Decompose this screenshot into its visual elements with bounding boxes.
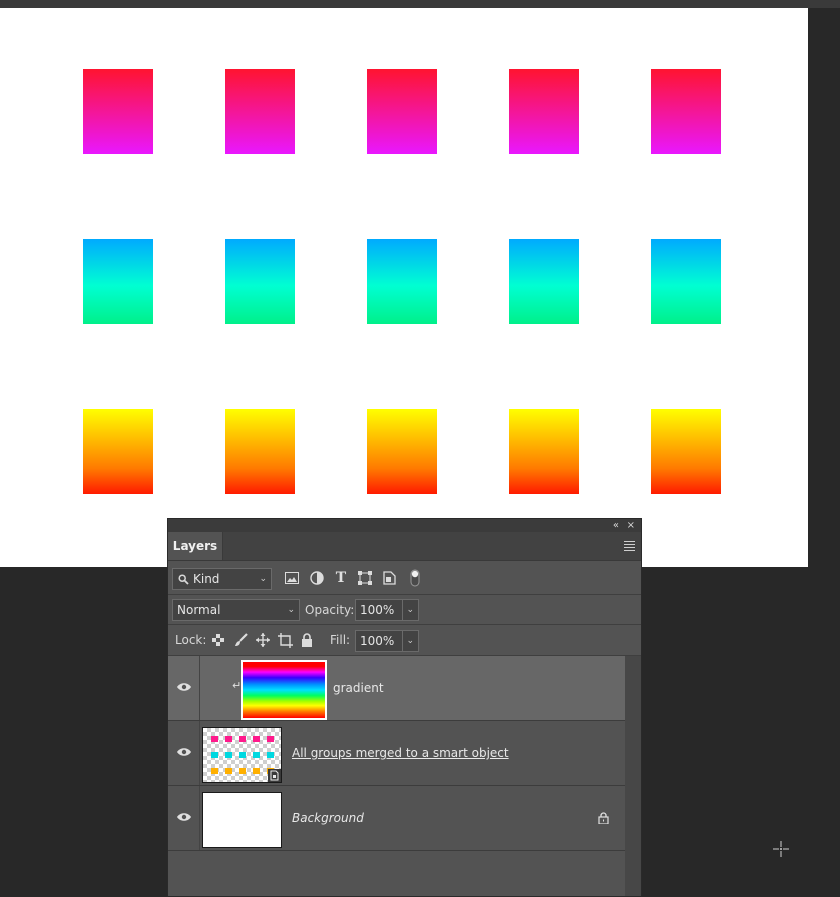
document-top-bar [0,0,840,8]
layer-name[interactable]: All groups merged to a smart object [292,745,509,761]
collapse-icon[interactable]: « [613,519,619,532]
layer-row-background[interactable]: Background [168,786,626,851]
blend-mode-dropdown[interactable]: Normal ⌄ [172,599,300,621]
fill-value: 100% [360,634,395,648]
fill-field[interactable]: 100% ⌄ [355,630,419,652]
magnifier-icon [178,574,189,585]
orange-swatch [367,409,437,494]
layers-scrollbar[interactable] [625,656,641,896]
type-filter-icon[interactable]: T [332,568,350,588]
lock-all-icon[interactable] [301,633,313,647]
lock-artboard-icon[interactable] [278,633,293,648]
magenta-swatch [509,69,579,154]
orange-swatch [651,409,721,494]
chevron-down-icon: ⌄ [287,605,295,615]
fill-label: Fill: [330,633,351,647]
lock-label: Lock: [175,633,207,647]
panel-header-strip[interactable]: « × [168,519,641,532]
smart-object-filter-icon[interactable] [383,571,396,585]
opacity-field[interactable]: 100% ⌄ [355,599,419,621]
lock-image-icon[interactable] [234,633,248,647]
cyan-swatch [225,239,295,324]
chevron-down-icon: ⌄ [259,574,267,584]
cyan-swatch [83,239,153,324]
lock-icon[interactable] [598,812,609,824]
blend-row: Normal ⌄ Opacity: 100% ⌄ [168,595,641,625]
layer-row-smart-object[interactable]: All groups merged to a smart object [168,721,626,786]
smart-object-badge-icon [268,769,281,782]
magenta-swatch [367,69,437,154]
opacity-label: Opacity: [305,603,355,617]
eye-icon[interactable] [177,682,191,692]
crosshair-cursor-icon [773,841,789,857]
orange-swatch [225,409,295,494]
lock-row: Lock: Fill: 100% ⌄ [168,625,641,656]
eye-icon[interactable] [177,812,191,822]
adjustment-filter-icon[interactable] [310,571,324,585]
layer-thumbnail [202,727,282,783]
layer-row-gradient[interactable]: ↵ gradient [168,656,626,721]
tab-layers[interactable]: Layers [168,532,223,560]
cyan-swatch [367,239,437,324]
chevron-down-icon[interactable]: ⌄ [402,600,414,620]
cyan-swatch [509,239,579,324]
lock-position-icon[interactable] [256,633,270,647]
layer-thumbnail [202,792,282,848]
panel-menu-icon[interactable] [624,539,635,552]
filter-toggle-icon[interactable] [410,569,420,587]
shape-filter-icon[interactable] [358,571,372,585]
magenta-swatch [83,69,153,154]
filter-row: Kind ⌄ T [168,560,641,595]
opacity-value: 100% [360,603,395,617]
layer-name[interactable]: Background [292,810,364,826]
layers-panel: « × Layers Kind ⌄ T Normal ⌄ Opacity: 10… [167,518,642,897]
lock-transparent-icon[interactable] [212,634,224,646]
document-canvas[interactable] [0,8,808,567]
visibility-column[interactable] [168,786,200,850]
visibility-column[interactable] [168,656,200,720]
kind-label: Kind [193,572,220,586]
blend-mode-value: Normal [177,603,221,617]
orange-swatch [509,409,579,494]
layer-thumbnail [241,660,327,720]
image-filter-icon[interactable] [285,572,299,584]
magenta-swatch [651,69,721,154]
eye-icon[interactable] [177,747,191,757]
clipping-arrow-icon: ↵ [232,679,242,692]
magenta-swatch [225,69,295,154]
panel-tab-bar: Layers [168,532,641,561]
orange-swatch [83,409,153,494]
layer-name[interactable]: gradient [333,680,384,696]
close-icon[interactable]: × [627,519,635,532]
cyan-swatch [651,239,721,324]
kind-filter-dropdown[interactable]: Kind ⌄ [172,568,272,590]
visibility-column[interactable] [168,721,200,785]
chevron-down-icon[interactable]: ⌄ [402,631,414,651]
